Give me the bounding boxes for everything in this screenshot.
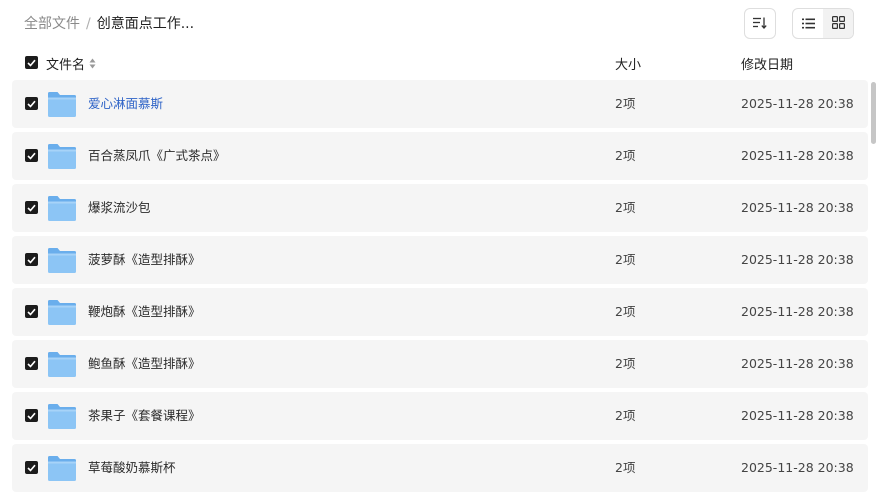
row-checkbox[interactable] [25,97,38,110]
file-modified-date: 2025-11-28 20:38 [741,304,854,319]
file-size: 2项 [615,252,636,267]
table-row[interactable]: 爱心淋面慕斯 2项 2025-11-28 20:38 [12,80,868,128]
check-icon [27,204,36,212]
row-checkbox[interactable] [25,357,38,370]
row-checkbox[interactable] [25,201,38,214]
file-modified-date: 2025-11-28 20:38 [741,408,854,423]
file-modified-date: 2025-11-28 20:38 [741,148,854,163]
folder-icon [47,454,77,482]
file-name[interactable]: 鲍鱼酥《造型排酥》 [88,355,201,373]
sort-arrows-icon[interactable] [89,58,96,69]
file-size: 2项 [615,460,636,475]
file-size: 2项 [615,356,636,371]
check-icon [27,152,36,160]
file-name[interactable]: 菠萝酥《造型排酥》 [88,251,201,269]
sort-descending-icon [753,14,767,33]
check-icon [27,308,36,316]
table-row[interactable]: 鲍鱼酥《造型排酥》 2项 2025-11-28 20:38 [12,340,868,388]
table-row[interactable]: 菠萝酥《造型排酥》 2项 2025-11-28 20:38 [12,236,868,284]
column-header-size: 大小 [615,58,642,73]
file-size: 2项 [615,304,636,319]
column-header-date: 修改日期 [741,58,794,73]
table-row[interactable]: 鞭炮酥《造型排酥》 2项 2025-11-28 20:38 [12,288,868,336]
list-view-button[interactable] [793,9,823,38]
check-icon [27,360,36,368]
check-icon [27,256,36,264]
file-modified-date: 2025-11-28 20:38 [741,460,854,475]
table-row[interactable]: 爆浆流沙包 2项 2025-11-28 20:38 [12,184,868,232]
file-size: 2项 [615,96,636,111]
file-size: 2项 [615,408,636,423]
folder-icon [47,298,77,326]
file-list: 爱心淋面慕斯 2项 2025-11-28 20:38 百合蒸凤爪《广式茶点》 2项 202… [12,80,868,495]
folder-icon [47,90,77,118]
file-name[interactable]: 鞭炮酥《造型排酥》 [88,303,201,321]
folder-icon [47,402,77,430]
grid-view-icon [831,14,845,33]
breadcrumb-root-link[interactable]: 全部文件 [24,14,80,34]
table-row[interactable]: 茶果子《套餐课程》 2项 2025-11-28 20:38 [12,392,868,440]
file-size: 2项 [615,200,636,215]
top-bar: 全部文件 / 创意面点工作... [0,0,878,48]
check-icon [27,59,36,67]
file-name[interactable]: 爆浆流沙包 [88,199,151,217]
check-icon [27,464,36,472]
sort-button[interactable] [744,8,776,39]
folder-icon [47,142,77,170]
file-name[interactable]: 草莓酸奶慕斯杯 [88,459,176,477]
breadcrumb-current-folder: 创意面点工作... [96,16,195,32]
check-icon [27,100,36,108]
row-checkbox[interactable] [25,409,38,422]
breadcrumb: 全部文件 / 创意面点工作... [24,14,194,34]
folder-icon [47,246,77,274]
file-size: 2项 [615,148,636,163]
view-toggle [792,8,854,39]
breadcrumb-separator: / [86,16,91,32]
file-name[interactable]: 茶果子《套餐课程》 [88,407,201,425]
row-checkbox[interactable] [25,149,38,162]
file-name[interactable]: 爱心淋面慕斯 [88,95,163,113]
grid-view-button[interactable] [823,9,853,38]
select-all-checkbox[interactable] [25,56,38,69]
table-row[interactable]: 草莓酸奶慕斯杯 2项 2025-11-28 20:38 [12,444,868,492]
row-checkbox[interactable] [25,461,38,474]
check-icon [27,412,36,420]
folder-icon [47,194,77,222]
list-view-icon [801,14,815,33]
column-header-name-label: 文件名 [46,58,86,73]
file-modified-date: 2025-11-28 20:38 [741,96,854,111]
file-modified-date: 2025-11-28 20:38 [741,252,854,267]
row-checkbox[interactable] [25,305,38,318]
vertical-scrollbar[interactable] [871,82,876,144]
file-modified-date: 2025-11-28 20:38 [741,356,854,371]
file-name[interactable]: 百合蒸凤爪《广式茶点》 [88,147,226,165]
folder-icon [47,350,77,378]
table-header: 文件名 大小 修改日期 [12,52,868,76]
table-row[interactable]: 百合蒸凤爪《广式茶点》 2项 2025-11-28 20:38 [12,132,868,180]
file-modified-date: 2025-11-28 20:38 [741,200,854,215]
column-header-name[interactable]: 文件名 [46,54,96,73]
row-checkbox[interactable] [25,253,38,266]
